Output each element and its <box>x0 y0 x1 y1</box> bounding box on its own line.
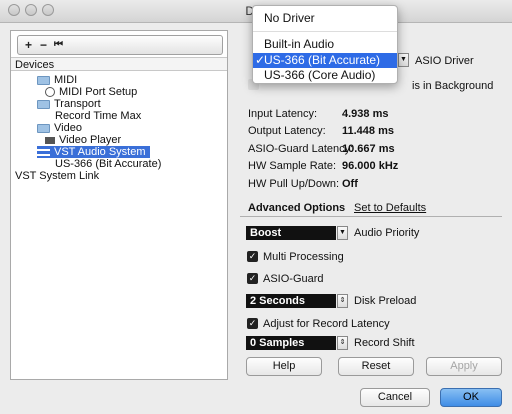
hw-pull-label: HW Pull Up/Down: <box>248 178 340 190</box>
asio-guard-label: ASIO-Guard <box>263 273 324 285</box>
help-button[interactable]: Help <box>246 357 322 376</box>
asio-guard-latency-label: ASIO-Guard Latency: <box>248 143 354 155</box>
apply-button[interactable]: Apply <box>426 357 502 376</box>
device-item-vst-system-link[interactable]: VST System Link <box>15 170 99 182</box>
ok-button[interactable]: OK <box>440 388 502 407</box>
tab-advanced-options[interactable]: Advanced Options <box>248 202 345 214</box>
reset-button[interactable]: Reset <box>338 357 414 376</box>
device-item-us366[interactable]: US-366 (Bit Accurate) <box>55 158 161 170</box>
multi-processing-checkbox[interactable]: ✓ <box>247 251 258 262</box>
disk-preload-stepper[interactable]: ⇕ <box>337 294 348 308</box>
output-latency-value: 11.448 ms <box>342 125 394 137</box>
midi-port-icon <box>45 87 55 98</box>
asio-guard-latency-value: 10.667 ms <box>342 143 395 155</box>
device-item-vst-audio-system[interactable]: VST Audio System <box>37 146 150 158</box>
record-shift-stepper[interactable]: ⇕ <box>337 336 348 350</box>
release-driver-label: is in Background <box>412 80 494 92</box>
folder-icon <box>37 99 50 109</box>
checkmark-icon: ✓ <box>255 53 266 67</box>
devices-panel: + − ⏮ Devices MIDI MIDI Port Setup Trans… <box>10 30 228 380</box>
hw-pull-value: Off <box>342 178 358 190</box>
hw-sample-rate-label: HW Sample Rate: <box>248 160 337 172</box>
devices-header: Devices <box>11 57 227 71</box>
tab-divider <box>240 216 502 217</box>
record-shift-field[interactable]: 0 Samples <box>246 336 336 350</box>
device-item-midi[interactable]: MIDI <box>37 74 77 86</box>
reset-device-button[interactable]: ⏮ <box>54 37 63 53</box>
input-latency-label: Input Latency: <box>248 108 318 120</box>
device-item-transport[interactable]: Transport <box>37 98 101 110</box>
disk-preload-field[interactable]: 2 Seconds <box>246 294 336 308</box>
hw-sample-rate-value: 96.000 kHz <box>342 160 399 172</box>
driver-option-built-in-audio[interactable]: Built-in Audio <box>253 37 397 52</box>
adjust-record-latency-label: Adjust for Record Latency <box>263 318 390 330</box>
device-item-video[interactable]: Video <box>37 122 82 134</box>
driver-option-no-driver[interactable]: No Driver <box>253 11 397 26</box>
asio-driver-label: ASIO Driver <box>415 55 474 67</box>
audio-priority-select[interactable]: Boost <box>246 226 336 240</box>
driver-option-us366-core-audio[interactable]: US-366 (Core Audio) <box>253 68 397 83</box>
set-to-defaults-link[interactable]: Set to Defaults <box>354 202 426 214</box>
audio-connector-icon <box>37 148 50 156</box>
video-player-icon <box>45 136 55 144</box>
output-latency-label: Output Latency: <box>248 125 326 137</box>
device-item-record-time-max[interactable]: Record Time Max <box>55 110 141 122</box>
driver-dropdown-arrow[interactable]: ▼ <box>398 53 409 67</box>
disk-preload-label: Disk Preload <box>354 295 417 307</box>
folder-icon <box>37 75 50 85</box>
driver-dropdown-menu: No Driver Built-in Audio ✓ US-366 (Bit A… <box>252 5 398 84</box>
driver-option-us366-bit-accurate[interactable]: ✓ US-366 (Bit Accurate) <box>253 53 397 68</box>
multi-processing-label: Multi Processing <box>263 251 344 263</box>
record-shift-label: Record Shift <box>354 337 415 349</box>
device-setup-window: Dev + − ⏮ Devices MIDI MIDI Port Setup T… <box>0 0 512 414</box>
device-item-video-player[interactable]: Video Player <box>45 134 121 146</box>
device-item-midi-port-setup[interactable]: MIDI Port Setup <box>45 86 137 98</box>
cancel-button[interactable]: Cancel <box>360 388 430 407</box>
folder-icon <box>37 123 50 133</box>
audio-priority-label: Audio Priority <box>354 227 420 239</box>
device-toolbar: + − ⏮ <box>17 35 223 55</box>
add-device-button[interactable]: + <box>25 37 32 53</box>
input-latency-value: 4.938 ms <box>342 108 389 120</box>
remove-device-button[interactable]: − <box>40 37 47 53</box>
asio-guard-checkbox[interactable]: ✓ <box>247 273 258 284</box>
menu-separator <box>253 31 397 32</box>
adjust-record-latency-checkbox[interactable]: ✓ <box>247 318 258 329</box>
audio-priority-arrow[interactable]: ▼ <box>337 226 348 240</box>
